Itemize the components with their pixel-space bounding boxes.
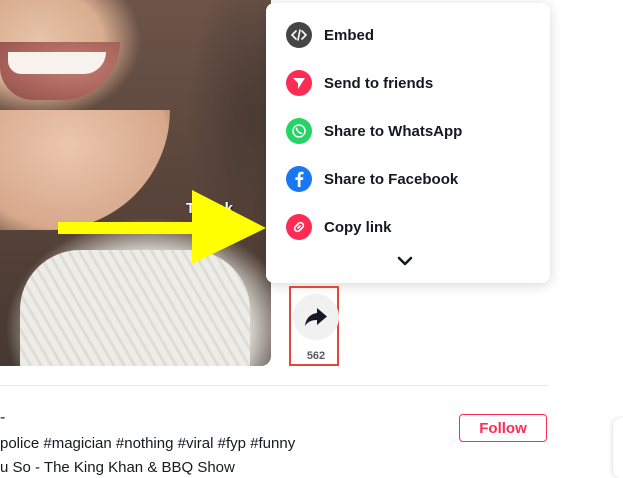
- menu-item-embed[interactable]: Embed: [286, 19, 536, 51]
- music-link[interactable]: u So - The King Khan & BBQ Show: [0, 459, 235, 476]
- send-icon: [286, 70, 312, 96]
- post-hashtags[interactable]: police #magician #nothing #viral #fyp #f…: [0, 435, 295, 452]
- menu-item-copy-link[interactable]: Copy link: [286, 211, 536, 243]
- share-arrow-icon: [305, 308, 327, 326]
- menu-item-send-to-friends[interactable]: Send to friends: [286, 67, 536, 99]
- share-button[interactable]: [293, 294, 339, 340]
- share-button-highlight: 562: [289, 286, 339, 366]
- share-count: 562: [306, 350, 326, 362]
- facebook-icon: [286, 166, 312, 192]
- embed-icon: [286, 22, 312, 48]
- video-frame-teeth: [8, 52, 106, 74]
- yellow-arrow-annotation: [58, 190, 266, 264]
- menu-item-whatsapp[interactable]: Share to WhatsApp: [286, 115, 536, 147]
- video-player[interactable]: TikTok: [0, 0, 271, 366]
- menu-item-label: Embed: [324, 26, 375, 44]
- whatsapp-icon: [286, 118, 312, 144]
- menu-item-label: Send to friends: [324, 74, 434, 92]
- follow-button[interactable]: Follow: [459, 414, 547, 442]
- menu-item-label: Share to WhatsApp: [324, 122, 463, 140]
- menu-item-label: Copy link: [324, 218, 392, 236]
- divider: [0, 385, 548, 386]
- username-fragment: -: [0, 409, 6, 426]
- chevron-down-icon[interactable]: [396, 255, 414, 267]
- link-icon: [286, 214, 312, 240]
- menu-item-label: Share to Facebook: [324, 170, 459, 188]
- side-panel-edge: [613, 418, 623, 478]
- menu-item-facebook[interactable]: Share to Facebook: [286, 163, 536, 195]
- share-menu: Embed Send to friends Share to WhatsApp …: [266, 3, 550, 283]
